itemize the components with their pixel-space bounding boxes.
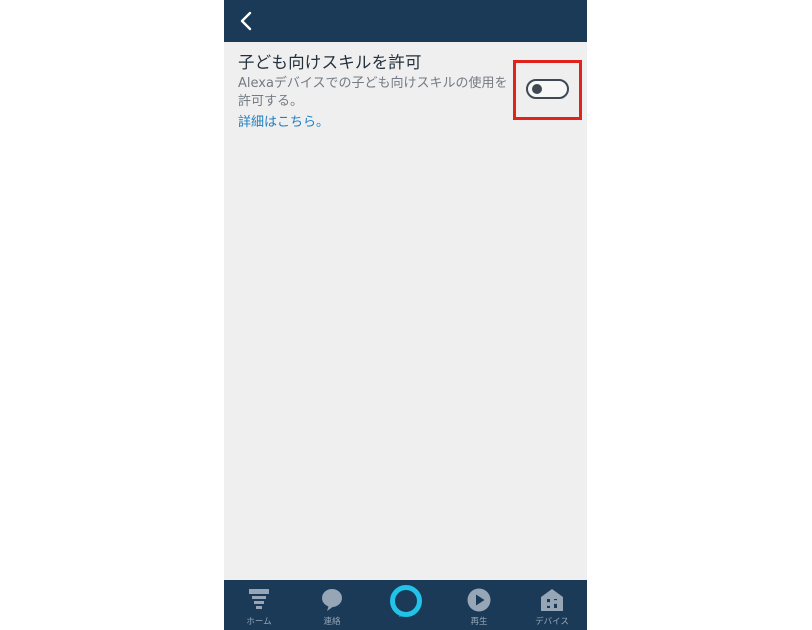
nav-label-home: ホーム (246, 617, 272, 627)
nav-label-contact: 連絡 (323, 617, 341, 627)
toggle-knob (532, 84, 542, 94)
setting-title: 子ども向けスキルを許可 (238, 53, 422, 72)
nav-item-home[interactable]: ホーム (229, 580, 289, 630)
alexa-ring-icon (390, 585, 422, 617)
bottom-nav-bar: ホーム 連絡 再生 デバイス (224, 580, 587, 630)
alexa-button[interactable] (388, 583, 424, 619)
child-skills-toggle[interactable] (526, 79, 569, 99)
chat-bubble-icon (322, 589, 342, 611)
home-icon (249, 589, 269, 609)
back-button[interactable] (232, 6, 262, 36)
nav-item-devices[interactable]: デバイス (522, 580, 582, 630)
nav-item-contact[interactable]: 連絡 (302, 580, 362, 630)
phone-screen: 子ども向けスキルを許可 Alexaデバイスでの子ども向けスキルの使用を許可する。… (224, 0, 587, 630)
nav-label-devices: デバイス (535, 617, 569, 627)
play-icon (467, 588, 491, 612)
chevron-left-icon (240, 11, 252, 31)
nav-label-play: 再生 (470, 617, 488, 627)
toggle-highlight-box (513, 60, 582, 120)
child-skills-setting: 子ども向けスキルを許可 Alexaデバイスでの子ども向けスキルの使用を許可する。… (238, 52, 518, 132)
nav-item-play[interactable]: 再生 (449, 580, 509, 630)
learn-more-link[interactable]: 詳細はこちら。 (238, 114, 329, 132)
setting-description: Alexaデバイスでの子ども向けスキルの使用を許可する。 (238, 76, 508, 109)
devices-icon (541, 589, 563, 611)
app-header (224, 0, 587, 42)
